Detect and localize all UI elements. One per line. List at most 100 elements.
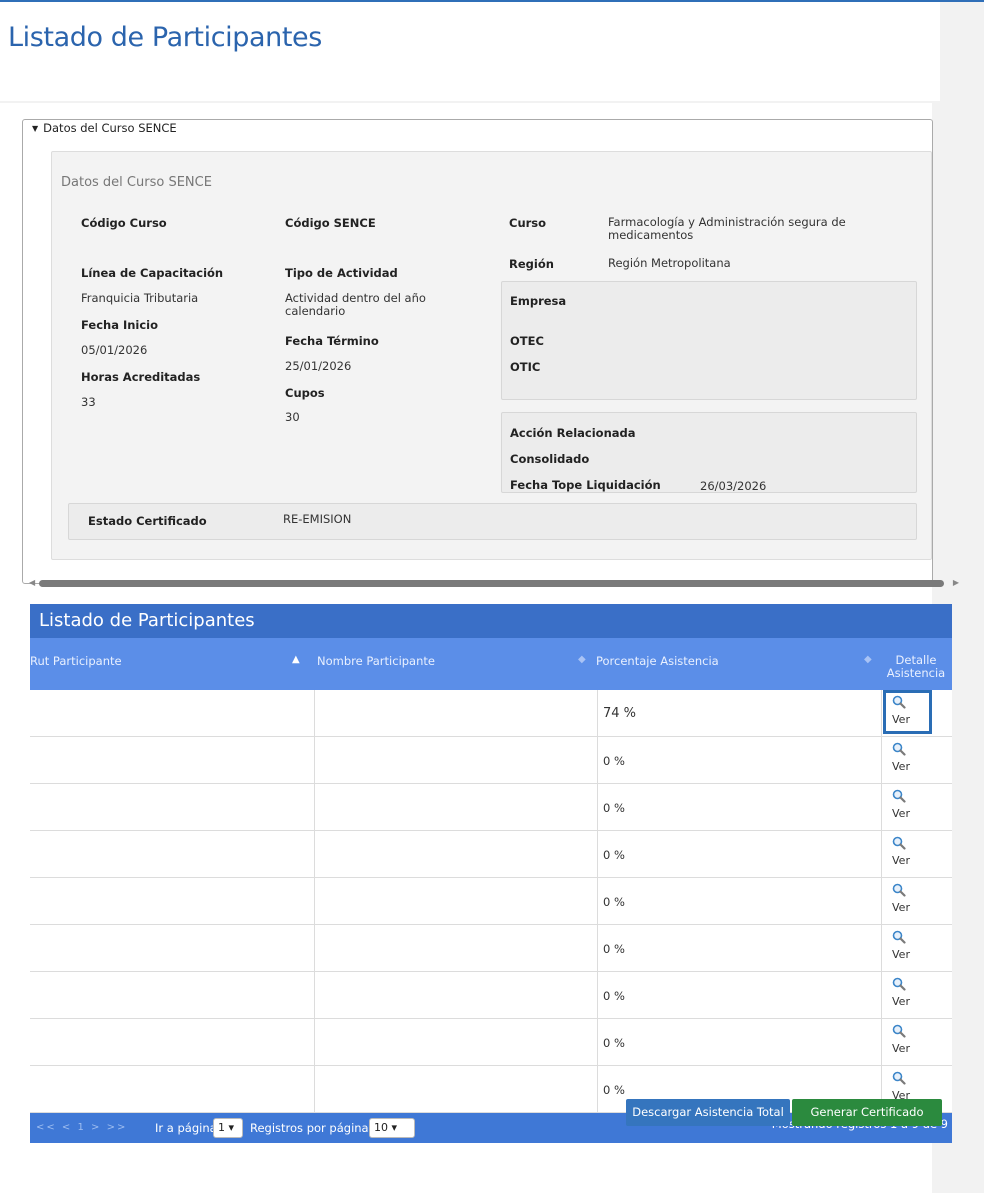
legend-label: Datos del Curso SENCE: [43, 121, 177, 135]
porcentaje-cell: 0 %: [598, 972, 882, 1018]
ver-label[interactable]: Ver: [892, 854, 910, 867]
codigo-sence-label: Código SENCE: [285, 216, 376, 230]
rut-cell: [30, 925, 315, 971]
attendance-percent: 0 %: [603, 754, 625, 768]
fecha-tope-value: 26/03/2026: [700, 479, 767, 493]
region-label: Región: [509, 257, 554, 271]
grid-body: 74 % Ver 0 % Ver 0 % Ver 0 % Ver 0 % Ver 0 % Ver 0 %…: [30, 690, 952, 1113]
page-select[interactable]: 1 ▾: [213, 1118, 243, 1138]
nombre-cell: [315, 1019, 598, 1065]
magnifier-icon[interactable]: [892, 742, 906, 759]
detalle-cell: Ver: [882, 831, 952, 877]
ver-detail-link[interactable]: Ver: [892, 789, 910, 820]
nombre-cell: [315, 878, 598, 924]
porcentaje-cell: 0 %: [598, 784, 882, 830]
pager-nav-buttons[interactable]: << < 1 > >>: [36, 1122, 127, 1133]
horas-value: 33: [81, 395, 96, 409]
rut-cell: [30, 878, 315, 924]
grid-header: Rut Participante ▲ Nombre Participante ◆…: [30, 638, 952, 690]
ver-label[interactable]: Ver: [892, 901, 910, 914]
ver-detail-link[interactable]: Ver: [892, 930, 910, 961]
nombre-cell: [315, 737, 598, 783]
magnifier-icon[interactable]: [892, 1024, 906, 1041]
estado-label: Estado Certificado: [88, 514, 207, 528]
rut-cell: [30, 784, 315, 830]
rut-cell: [30, 690, 315, 736]
tipo-actividad-value: Actividad dentro del año calendario: [285, 291, 426, 318]
magnifier-icon[interactable]: [892, 883, 906, 900]
table-row: 0 % Ver: [30, 784, 952, 831]
ver-detail-link[interactable]: Ver: [892, 836, 910, 867]
table-row: 0 % Ver: [30, 737, 952, 784]
col-header-rut[interactable]: Rut Participante: [30, 654, 122, 668]
ver-detail-link[interactable]: Ver: [883, 690, 932, 734]
cupos-label: Cupos: [285, 386, 325, 400]
linea-value: Franquicia Tributaria: [81, 291, 199, 305]
nombre-cell: [315, 831, 598, 877]
detalle-cell: Ver: [882, 1019, 952, 1065]
sort-both-icon[interactable]: ◆: [578, 654, 586, 665]
chevron-down-icon: ▾: [228, 1121, 235, 1134]
table-row: 0 % Ver: [30, 878, 952, 925]
nombre-cell: [315, 1066, 598, 1112]
ver-label[interactable]: Ver: [892, 1042, 910, 1055]
sort-asc-icon[interactable]: ▲: [292, 654, 300, 665]
attendance-percent: 0 %: [603, 1036, 625, 1050]
horizontal-scrollbar[interactable]: ◀ ▶: [29, 576, 959, 590]
chevron-down-icon: ▾: [391, 1121, 398, 1134]
course-fieldset-legend[interactable]: ▼ Datos del Curso SENCE: [32, 121, 180, 135]
ver-detail-link[interactable]: Ver: [892, 1024, 910, 1055]
porcentaje-cell: 0 %: [598, 878, 882, 924]
col-header-nombre[interactable]: Nombre Participante: [317, 654, 435, 668]
ver-detail-link[interactable]: Ver: [892, 1071, 910, 1102]
ver-detail-link[interactable]: Ver: [892, 742, 910, 773]
estado-value: RE-EMISION: [283, 512, 352, 526]
detalle-cell: Ver: [882, 925, 952, 971]
scroll-right-arrow-icon[interactable]: ▶: [953, 578, 959, 587]
table-row: 0 % Ver: [30, 925, 952, 972]
fecha-inicio-value: 05/01/2026: [81, 343, 148, 357]
fecha-inicio-label: Fecha Inicio: [81, 318, 159, 332]
sort-both-icon[interactable]: ◆: [864, 654, 872, 665]
magnifier-icon[interactable]: [892, 1071, 906, 1088]
magnifier-icon[interactable]: [892, 789, 906, 806]
porcentaje-cell: 0 %: [598, 737, 882, 783]
participants-grid: Listado de Participantes Rut Participant…: [30, 604, 952, 1143]
ver-label[interactable]: Ver: [892, 948, 910, 961]
rut-cell: [30, 1066, 315, 1112]
scroll-left-arrow-icon[interactable]: ◀: [29, 578, 35, 587]
attendance-percent: 0 %: [603, 801, 625, 815]
porcentaje-cell: 0 %: [598, 1019, 882, 1065]
scrollbar-thumb[interactable]: [39, 580, 944, 587]
per-page-select[interactable]: 10 ▾: [369, 1118, 415, 1138]
nombre-cell: [315, 690, 598, 736]
table-row: 74 % Ver: [30, 690, 952, 737]
generate-certificate-button[interactable]: Generar Certificado: [792, 1099, 942, 1126]
magnifier-icon[interactable]: [892, 836, 906, 853]
ver-label[interactable]: Ver: [892, 760, 910, 773]
ver-label[interactable]: Ver: [892, 807, 910, 820]
consolidado-label: Consolidado: [510, 452, 590, 466]
selection-highlight: [883, 690, 932, 734]
porcentaje-cell: 0 %: [598, 925, 882, 971]
collapse-triangle-icon[interactable]: ▼: [32, 124, 38, 133]
detalle-cell: Ver: [882, 784, 952, 830]
nombre-cell: [315, 972, 598, 1018]
codigo-curso-label: Código Curso: [81, 216, 167, 230]
page-title: Listado de Participantes: [8, 22, 322, 53]
magnifier-icon[interactable]: [892, 977, 906, 994]
nombre-cell: [315, 925, 598, 971]
attendance-percent: 0 %: [603, 989, 625, 1003]
ver-detail-link[interactable]: Ver: [892, 883, 910, 914]
horas-label: Horas Acreditadas: [81, 370, 201, 384]
magnifier-icon[interactable]: [892, 930, 906, 947]
cupos-value: 30: [285, 410, 300, 424]
ver-label[interactable]: Ver: [892, 995, 910, 1008]
detalle-cell: Ver: [882, 878, 952, 924]
ver-detail-link[interactable]: Ver: [892, 977, 910, 1008]
attendance-percent: 0 %: [603, 942, 625, 956]
download-attendance-button[interactable]: Descargar Asistencia Total: [626, 1099, 790, 1126]
col-header-porcentaje[interactable]: Porcentaje Asistencia: [596, 654, 719, 668]
fecha-tope-label: Fecha Tope Liquidación: [510, 478, 661, 492]
nombre-cell: [315, 784, 598, 830]
